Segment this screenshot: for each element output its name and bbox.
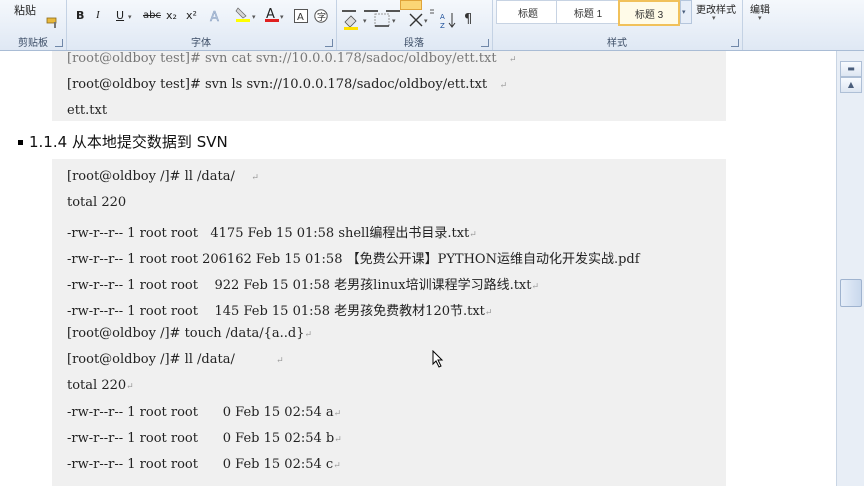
char-border-icon[interactable]: A: [294, 8, 308, 23]
justify-button[interactable]: [400, 0, 422, 10]
scrollbar-thumb[interactable]: [840, 279, 862, 307]
code-line: -rw-r--r-- 1 root root 145 Feb 15 01:58 …: [67, 304, 493, 319]
code-line: [root@oldboy /]# ll /data/ ↵: [67, 169, 259, 184]
chevron-down-icon[interactable]: ▾: [758, 14, 762, 22]
document-area[interactable]: [root@oldboy test]# svn cat svn://10.0.0…: [0, 51, 836, 486]
code-line: ett.txt: [67, 103, 108, 118]
chevron-down-icon[interactable]: ▾: [252, 13, 256, 21]
format-painter-icon[interactable]: [46, 14, 60, 28]
mouse-cursor-icon: [432, 349, 444, 368]
chevron-down-icon: ▾: [682, 8, 686, 16]
code-line: [root@oldboy /]# ll /data/ ↵: [67, 352, 284, 367]
vertical-scrollbar[interactable]: ▬ ▲: [836, 51, 864, 486]
highlight-icon[interactable]: [234, 6, 252, 22]
code-line: -rw-r--r-- 1 root root 0 Feb 15 02:54 c↵: [67, 457, 341, 472]
change-styles-button[interactable]: 更改样式: [696, 1, 736, 16]
style-heading-3[interactable]: 标题 3: [618, 0, 680, 26]
svg-text:字: 字: [317, 11, 326, 23]
code-line: total 220↵: [67, 378, 134, 393]
line-spacing-icon[interactable]: [428, 0, 442, 14]
style-heading[interactable]: 标题: [496, 0, 560, 24]
chevron-down-icon[interactable]: ▾: [392, 17, 396, 25]
scroll-up-button[interactable]: ▲: [840, 77, 862, 93]
section-heading: 1.1.4 从本地提交数据到 SVN: [18, 131, 228, 152]
style-heading-label: 标题: [518, 8, 538, 20]
code-block-1: [root@oldboy test]# svn cat svn://10.0.0…: [52, 51, 726, 121]
borders-icon[interactable]: [374, 12, 392, 28]
bullet-icon: [18, 140, 23, 145]
chinese-layout-icon[interactable]: [408, 12, 424, 28]
superscript-button[interactable]: x²: [186, 9, 197, 22]
font-group-label: 字体: [191, 38, 211, 49]
code-line: [root@oldboy /]# touch /data/{a..d}↵: [67, 326, 313, 341]
font-color-icon[interactable]: A: [264, 5, 280, 23]
chevron-down-icon[interactable]: ▾: [712, 14, 716, 22]
styles-group: 标题 标题 1 标题 3 ▾ 更改样式 ▾ 样式: [492, 0, 743, 50]
chevron-down-icon[interactable]: ▾: [128, 13, 132, 21]
italic-button[interactable]: I: [96, 9, 100, 21]
strikethrough-button[interactable]: abc: [143, 10, 161, 21]
code-line: -rw-r--r-- 1 root root 0 Feb 15 02:54 a↵: [67, 405, 342, 420]
sort-icon[interactable]: AZ: [440, 11, 458, 30]
shading-icon[interactable]: [342, 12, 362, 30]
ribbon: 粘贴 剪贴板 B I U ▾ abc x₂ x² A ▾ A ▾ A 字 字体: [0, 0, 864, 51]
styles-group-label: 样式: [607, 38, 627, 49]
chevron-down-icon[interactable]: ▾: [363, 17, 367, 25]
subscript-button[interactable]: x₂: [166, 9, 177, 22]
editing-group: 编辑 ▾: [742, 0, 784, 50]
paragraph-launcher-icon[interactable]: [481, 39, 489, 47]
font-group: B I U ▾ abc x₂ x² A ▾ A ▾ A 字 字体: [66, 0, 337, 50]
style-heading-1[interactable]: 标题 1: [556, 0, 620, 24]
paragraph-group-label: 段落: [404, 38, 424, 49]
code-line: -rw-r--r-- 1 root root 922 Feb 15 01:58 …: [67, 278, 540, 293]
chevron-down-icon[interactable]: ▾: [424, 17, 428, 25]
clipboard-group: 粘贴 剪贴板: [0, 0, 67, 50]
clipboard-launcher-icon[interactable]: [55, 39, 63, 47]
paragraph-mark-icon[interactable]: ¶: [464, 12, 478, 28]
paragraph-group: ▾ ▾ ▾ AZ ¶ 段落: [336, 0, 493, 50]
code-line: total 220: [67, 195, 127, 210]
style-heading-3-label: 标题 3: [634, 9, 664, 21]
svg-text:A: A: [440, 13, 445, 21]
svg-text:A: A: [210, 10, 219, 23]
enclosed-char-icon[interactable]: 字: [314, 8, 328, 23]
text-effects-icon[interactable]: A: [208, 8, 224, 26]
code-line: [root@oldboy test]# svn cat svn://10.0.0…: [67, 51, 517, 66]
styles-more-button[interactable]: ▾: [680, 0, 692, 24]
paste-button[interactable]: 粘贴: [14, 2, 36, 18]
code-line: [root@oldboy test]# svn ls svn://10.0.0.…: [67, 77, 508, 92]
chevron-down-icon[interactable]: ▾: [280, 13, 284, 21]
ruler-toggle-button[interactable]: ▬: [840, 61, 862, 77]
font-launcher-icon[interactable]: [325, 39, 333, 47]
svg-text:Z: Z: [440, 22, 445, 29]
svg-text:A: A: [297, 12, 304, 23]
code-line: -rw-r--r-- 1 root root 206162 Feb 15 01:…: [67, 252, 640, 267]
style-heading-1-label: 标题 1: [573, 8, 603, 20]
styles-launcher-icon[interactable]: [731, 39, 739, 47]
code-block-2: [root@oldboy /]# ll /data/ ↵ total 220 -…: [52, 159, 726, 486]
bold-button[interactable]: B: [76, 9, 84, 22]
underline-button[interactable]: U: [116, 9, 124, 22]
code-line: -rw-r--r-- 1 root root 0 Feb 15 02:54 b↵: [67, 431, 342, 446]
code-line: -rw-r--r-- 1 root root 4175 Feb 15 01:58…: [67, 226, 477, 241]
